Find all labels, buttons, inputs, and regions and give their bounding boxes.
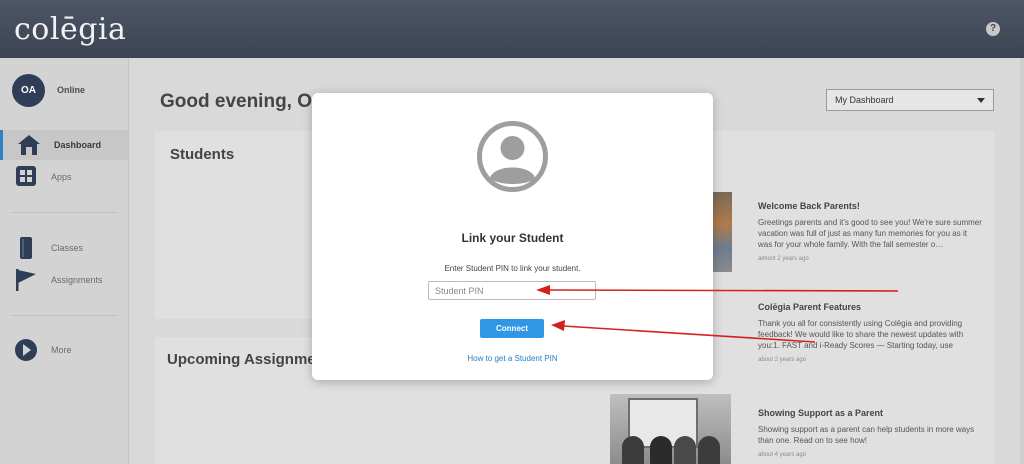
chevron-down-icon — [977, 98, 985, 103]
scrollbar[interactable] — [1020, 58, 1024, 464]
news-item[interactable]: Welcome Back Parents! Greetings parents … — [758, 201, 983, 262]
modal-description: Enter Student PIN to link your student. — [444, 264, 581, 273]
students-title: Students — [170, 146, 235, 163]
sidebar-item-label: Apps — [51, 172, 72, 182]
avatar[interactable]: OA — [12, 74, 45, 107]
person-figure — [674, 436, 696, 464]
link-student-modal: Link your Student Enter Student PIN to l… — [312, 93, 713, 380]
sidebar-divider — [12, 315, 118, 316]
dashboard-select-value: My Dashboard — [835, 95, 894, 105]
connect-button[interactable]: Connect — [480, 319, 544, 338]
sidebar-item-label: More — [51, 345, 72, 355]
news-image[interactable] — [610, 394, 731, 464]
news-body: Greetings parents and it's good to see y… — [758, 218, 982, 249]
news-item[interactable]: Showing Support as a Parent Showing supp… — [758, 408, 983, 458]
news-time: almost 2 years ago — [758, 256, 809, 262]
person-figure — [622, 436, 644, 464]
modal-title: Link your Student — [461, 231, 564, 245]
dashboard-select[interactable]: My Dashboard — [826, 89, 994, 111]
news-title[interactable]: Colēgia Parent Features — [758, 302, 983, 312]
person-figure — [698, 436, 720, 464]
sidebar-item-classes[interactable]: Classes — [0, 233, 128, 263]
play-circle-icon — [15, 339, 37, 361]
sidebar-item-dashboard[interactable]: Dashboard — [0, 130, 128, 160]
student-pin-help-link[interactable]: How to get a Student PIN — [312, 354, 713, 363]
flag-icon — [16, 269, 36, 291]
sidebar-item-apps[interactable]: Apps — [0, 162, 128, 192]
book-icon — [20, 237, 32, 259]
upcoming-assignments-title: Upcoming Assignment — [167, 351, 330, 368]
news-item[interactable]: Colēgia Parent Features Thank you all fo… — [758, 302, 983, 363]
home-icon — [18, 135, 40, 155]
news-title[interactable]: Showing Support as a Parent — [758, 408, 983, 418]
greeting-heading: Good evening, Or — [160, 91, 320, 112]
apps-grid-icon — [16, 166, 36, 186]
sidebar-item-assignments[interactable]: Assignments — [0, 265, 128, 295]
person-figure — [650, 436, 672, 464]
news-title[interactable]: Welcome Back Parents! — [758, 201, 983, 211]
user-avatar-icon — [477, 121, 548, 192]
top-bar: colēgia ? — [0, 0, 1024, 58]
colegia-logo[interactable]: colēgia — [14, 12, 126, 47]
student-pin-input[interactable] — [428, 281, 596, 300]
sidebar-divider — [12, 212, 118, 213]
sidebar-item-label: Classes — [51, 243, 84, 253]
news-image[interactable] — [710, 192, 732, 272]
sidebar-item-more[interactable]: More — [0, 335, 128, 365]
news-time: about 4 years ago — [758, 452, 807, 458]
sidebar: OA Online Dashboard Apps Classes Assignm… — [0, 58, 129, 464]
online-status: Online — [57, 85, 86, 95]
sidebar-item-label: Assignments — [51, 275, 103, 285]
sidebar-item-label: Dashboard — [54, 140, 102, 150]
help-icon[interactable]: ? — [986, 22, 1000, 36]
news-body: Thank you all for consistently using Col… — [758, 319, 964, 350]
news-time: about 2 years ago — [758, 357, 807, 363]
news-body: Showing support as a parent can help stu… — [758, 425, 975, 445]
